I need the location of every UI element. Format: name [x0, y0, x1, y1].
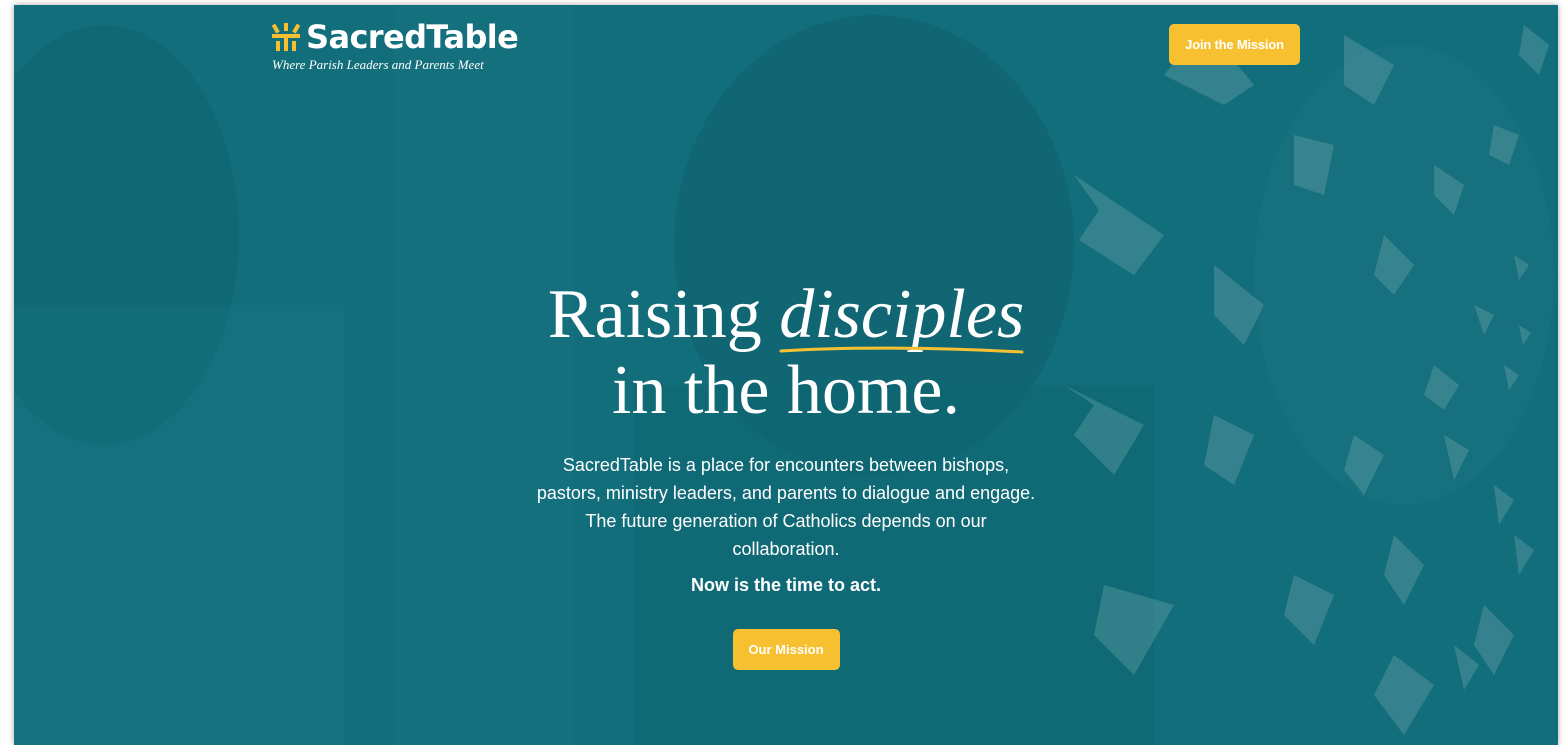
hero-description: SacredTable is a place for encounters be… — [536, 455, 1036, 559]
hero-headline: Raising disciples in the home. — [486, 277, 1086, 429]
headline-highlight-text: disciples — [779, 276, 1025, 353]
brand-name: SacredTable — [306, 18, 519, 56]
sacred-table-logo-icon — [272, 23, 300, 51]
hero-content: Raising disciples in the home. SacredTab… — [486, 277, 1086, 670]
yellow-underline-icon — [779, 346, 1024, 354]
brand-logo[interactable]: SacredTable Where Parish Leaders and Par… — [272, 18, 519, 73]
hero-section: SacredTable Where Parish Leaders and Par… — [14, 5, 1558, 745]
headline-highlight-word: disciples — [779, 276, 1025, 354]
brand-tagline: Where Parish Leaders and Parents Meet — [272, 57, 484, 72]
hero-call-to-action: Now is the time to act. — [690, 575, 882, 595]
headline-text-end: in the home. — [612, 352, 960, 429]
our-mission-button[interactable]: Our Mission — [732, 629, 840, 670]
join-mission-button[interactable]: Join the Mission — [1169, 24, 1300, 65]
headline-text-start: Raising — [547, 276, 780, 353]
